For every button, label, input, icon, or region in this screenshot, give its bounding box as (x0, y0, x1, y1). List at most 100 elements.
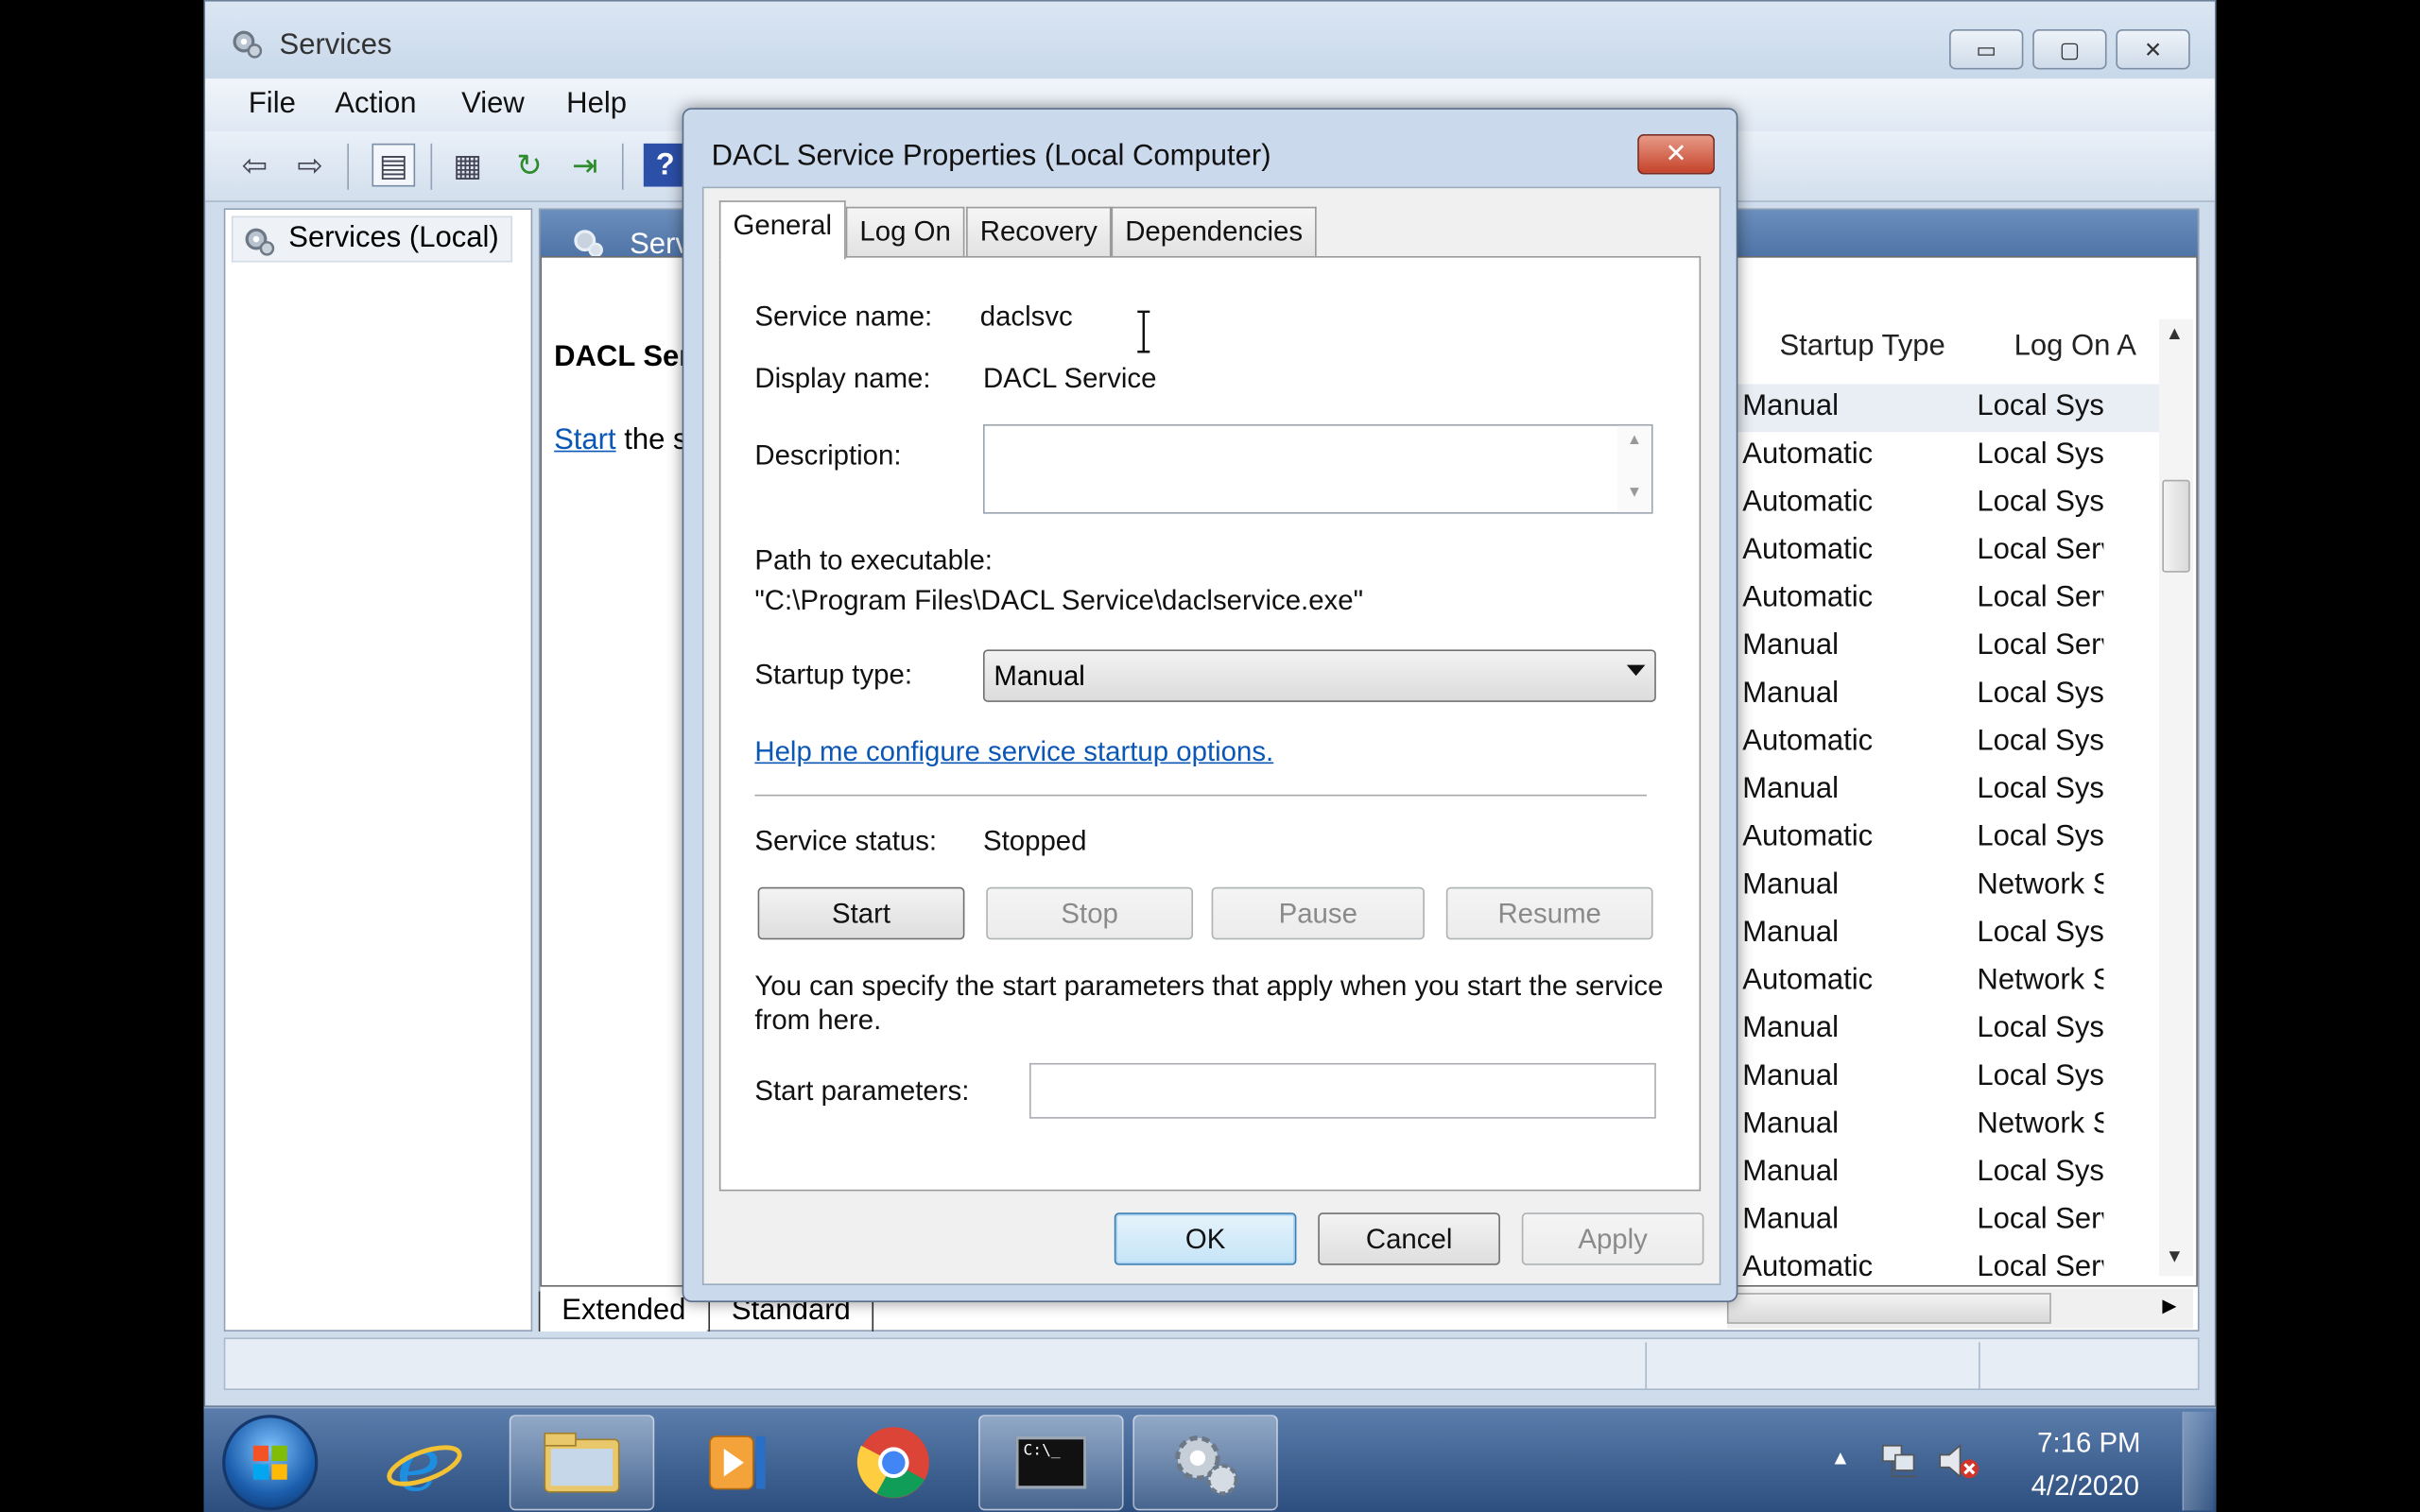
internet-explorer-icon: e (387, 1422, 462, 1503)
help-icon[interactable]: ? (643, 143, 687, 187)
tree-item-services-local[interactable]: Services (Local) (231, 215, 513, 263)
taskbar-services[interactable] (1132, 1415, 1278, 1511)
dialog-body: General Log On Recovery Dependencies Ser… (701, 186, 1721, 1285)
table-row[interactable]: Automatic Local Serv (1727, 527, 2174, 576)
table-row[interactable]: Manual Local Syst (1727, 671, 2174, 719)
show-hide-console-tree-icon[interactable]: ▤ (372, 143, 416, 187)
ok-button[interactable]: OK (1114, 1212, 1297, 1265)
tab-general[interactable]: General (718, 200, 846, 260)
table-row[interactable]: Manual Local Syst (1727, 766, 2174, 815)
table-row[interactable]: Automatic Local Syst (1727, 480, 2174, 528)
pause-button[interactable]: Pause (1211, 886, 1425, 940)
scroll-down-arrow-icon[interactable]: ▼ (1627, 485, 1642, 502)
startup-type-cell: Manual (1742, 1059, 1840, 1092)
maximize-button[interactable]: ▢ (2032, 29, 2107, 70)
service-properties-dialog: DACL Service Properties (Local Computer)… (682, 108, 1738, 1302)
service-name-value[interactable]: daclsvc (980, 301, 1073, 333)
log-on-as-cell: Local Syst (1977, 1059, 2104, 1092)
startup-type-select[interactable]: Manual (982, 649, 1656, 702)
folder-icon (544, 1432, 620, 1493)
description-scrollbar[interactable]: ▲ ▼ (1617, 425, 1651, 513)
horizontal-scrollbar[interactable]: ▶ (1726, 1288, 2193, 1329)
startup-type-cell: Manual (1742, 677, 1840, 711)
taskbar-chrome[interactable] (821, 1415, 966, 1510)
table-row[interactable]: Automatic Local Serv (1727, 576, 2174, 624)
table-row[interactable]: Manual Local Serv (1727, 624, 2174, 672)
table-row[interactable]: Manual Network S (1727, 863, 2174, 911)
log-on-as-cell: Local Syst (1977, 725, 2104, 758)
table-row[interactable]: Manual Local Syst (1727, 1054, 2174, 1102)
log-on-as-cell: Local Syst (1977, 438, 2104, 471)
table-row[interactable]: Automatic Local Syst (1727, 432, 2174, 480)
services-gear-icon (1175, 1435, 1238, 1496)
scroll-right-arrow-icon[interactable]: ▶ (2162, 1295, 2176, 1316)
resume-button[interactable]: Resume (1445, 886, 1653, 940)
startup-type-cell: Manual (1742, 629, 1840, 662)
startup-type-cell: Manual (1742, 1108, 1840, 1141)
log-on-as-cell: Local Serv (1977, 533, 2104, 567)
table-row[interactable]: Automatic Local Syst (1727, 815, 2174, 863)
menu-view[interactable]: View (461, 88, 525, 122)
apply-button[interactable]: Apply (1521, 1212, 1704, 1265)
table-row[interactable]: Manual Local Syst (1727, 1005, 2174, 1054)
forward-arrow-icon[interactable]: ⇨ (288, 144, 332, 187)
table-row[interactable]: Automatic Network S (1727, 958, 2174, 1006)
menu-help[interactable]: Help (566, 88, 627, 122)
command-prompt-icon: C:\_ (1015, 1435, 1087, 1489)
table-row[interactable]: Manual Local Syst (1727, 910, 2174, 958)
stop-button[interactable]: Stop (986, 886, 1194, 940)
clock-date[interactable]: 4/2/2020 (2031, 1470, 2139, 1503)
tab-extended[interactable]: Extended (538, 1291, 708, 1332)
vertical-scroll-thumb[interactable] (2162, 479, 2190, 573)
scroll-up-arrow-icon[interactable]: ▲ (2166, 322, 2184, 344)
description-field[interactable]: ▲ ▼ (982, 423, 1653, 514)
column-header-log-on-as[interactable]: Log On A (2014, 317, 2136, 378)
network-icon[interactable] (1876, 1439, 1923, 1483)
taskbar-file-explorer[interactable] (509, 1415, 655, 1511)
table-row[interactable]: Manual Local Syst (1727, 1149, 2174, 1197)
tab-recovery[interactable]: Recovery (966, 206, 1112, 257)
vertical-scrollbar[interactable]: ▲ ▼ (2159, 318, 2193, 1277)
table-row[interactable]: Manual Local Syst (1726, 384, 2175, 433)
show-desktop-button[interactable] (2182, 1411, 2214, 1511)
minimize-button[interactable]: ▭ (1949, 29, 2024, 70)
properties-icon[interactable]: ▦ (446, 144, 490, 187)
scroll-up-arrow-icon[interactable]: ▲ (1627, 432, 1642, 449)
tab-dependencies[interactable]: Dependencies (1111, 206, 1317, 257)
taskbar-media-player[interactable] (666, 1415, 811, 1510)
startup-type-cell: Manual (1742, 868, 1840, 902)
clock-time[interactable]: 7:16 PM (2037, 1427, 2140, 1459)
show-hidden-icons-arrow[interactable]: ▲ (1830, 1446, 1850, 1469)
help-configure-startup-link[interactable]: Help me configure service startup option… (754, 736, 1273, 768)
horizontal-scroll-thumb[interactable] (1726, 1293, 2051, 1324)
scroll-down-arrow-icon[interactable]: ▼ (2166, 1246, 2184, 1267)
start-parameters-input[interactable] (1028, 1062, 1656, 1119)
close-button[interactable]: ✕ (2116, 29, 2190, 70)
tab-log-on[interactable]: Log On (845, 206, 965, 257)
startup-type-value: Manual (994, 660, 1085, 692)
taskbar-internet-explorer[interactable]: e (352, 1415, 496, 1510)
table-row[interactable]: Manual Network S (1727, 1102, 2174, 1150)
table-row[interactable]: Automatic Local Syst (1727, 719, 2174, 767)
service-status-value: Stopped (982, 825, 1087, 857)
menu-file[interactable]: File (249, 88, 296, 122)
start-button[interactable]: Start (757, 886, 965, 940)
startup-type-cell: Automatic (1742, 820, 1874, 853)
export-list-icon[interactable]: ⇥ (563, 144, 607, 187)
menu-action[interactable]: Action (335, 88, 416, 122)
refresh-icon[interactable]: ↻ (508, 144, 551, 187)
cancel-button[interactable]: Cancel (1318, 1212, 1500, 1265)
back-arrow-icon[interactable]: ⇦ (233, 144, 277, 187)
start-button-orb[interactable] (222, 1415, 319, 1511)
chrome-icon (856, 1427, 929, 1499)
startup-type-cell: Automatic (1742, 486, 1874, 519)
column-header-startup-type[interactable]: Startup Type (1779, 317, 1945, 378)
dialog-close-button[interactable]: ✕ (1637, 134, 1715, 175)
start-service-link[interactable]: Start (554, 424, 616, 456)
table-row[interactable]: Manual Local Serv (1727, 1197, 2174, 1246)
log-on-as-cell: Local Syst (1977, 820, 2104, 853)
taskbar: e C:\_ ▲ 7:16 PM 4/2/2020 (203, 1406, 2217, 1512)
table-row[interactable]: Automatic Local Serv (1727, 1246, 2174, 1294)
volume-muted-icon[interactable] (1935, 1439, 1981, 1483)
taskbar-command-prompt[interactable]: C:\_ (978, 1415, 1124, 1511)
